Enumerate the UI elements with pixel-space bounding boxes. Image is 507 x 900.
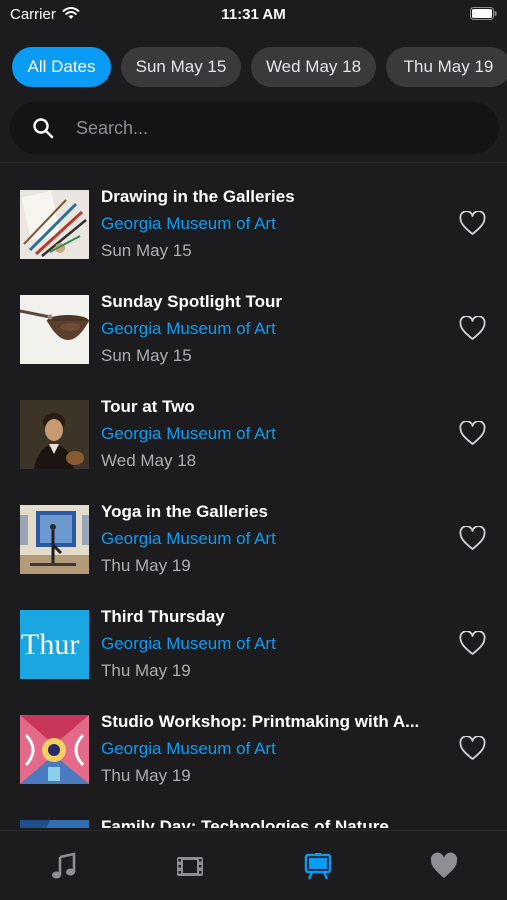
search-input[interactable] <box>76 102 476 154</box>
event-title: Drawing in the Galleries <box>101 187 295 206</box>
chip-thu-may-19[interactable]: Thu May 19 <box>386 47 507 87</box>
event-title: Family Day: Technologies of Nature <box>101 817 389 828</box>
printmaking-art-image <box>20 715 89 784</box>
heart-outline-icon[interactable] <box>459 526 486 551</box>
event-venue: Georgia Museum of Art <box>101 634 276 653</box>
event-date: Sun May 15 <box>101 346 192 365</box>
event-venue: Georgia Museum of Art <box>101 424 276 443</box>
music-note-icon[interactable] <box>49 851 79 881</box>
events-screen: Carrier 11:31 AM All Dates Sun May 15 We… <box>0 0 507 900</box>
event-title: Sunday Spotlight Tour <box>101 292 282 311</box>
event-thumbnail <box>20 820 89 828</box>
event-title: Tour at Two <box>101 397 195 416</box>
event-thumbnail <box>20 190 89 259</box>
third-thursday-logo: Thur <box>20 610 89 679</box>
battery-icon <box>470 7 497 20</box>
pencils-drawing-image <box>20 190 89 259</box>
easel-icon[interactable] <box>303 851 333 881</box>
heart-outline-icon[interactable] <box>459 421 486 446</box>
film-icon[interactable] <box>175 851 205 881</box>
event-venue: Georgia Museum of Art <box>101 214 276 233</box>
portrait-painting-image <box>20 400 89 469</box>
bowl-object-image <box>20 295 89 364</box>
tab-bar <box>0 830 507 900</box>
heart-outline-icon[interactable] <box>459 316 486 341</box>
chip-sun-may-15[interactable]: Sun May 15 <box>121 47 241 87</box>
event-thumbnail <box>20 400 89 469</box>
event-row[interactable]: Thur Third Thursday Georgia Museum of Ar… <box>0 583 507 688</box>
event-thumbnail <box>20 715 89 784</box>
event-list: Drawing in the Galleries Georgia Museum … <box>0 163 507 828</box>
chip-all-dates[interactable]: All Dates <box>12 47 111 87</box>
event-date: Thu May 19 <box>101 661 191 680</box>
event-title: Yoga in the Galleries <box>101 502 268 521</box>
event-venue: Georgia Museum of Art <box>101 529 276 548</box>
event-venue: Georgia Museum of Art <box>101 319 276 338</box>
event-thumbnail <box>20 295 89 364</box>
date-filter-bar: All Dates Sun May 15 Wed May 18 Thu May … <box>12 47 507 87</box>
yoga-gallery-image <box>20 505 89 574</box>
event-date: Sun May 15 <box>101 241 192 260</box>
event-row[interactable]: Tour at Two Georgia Museum of Art Wed Ma… <box>0 373 507 478</box>
status-time: 11:31 AM <box>221 6 286 23</box>
third-thursday-logo-text: Thur <box>21 628 79 661</box>
status-bar: Carrier 11:31 AM <box>0 0 507 30</box>
heart-outline-icon[interactable] <box>459 631 486 656</box>
event-title: Studio Workshop: Printmaking with A... <box>101 712 420 731</box>
event-title: Third Thursday <box>101 607 225 626</box>
search-bar <box>10 102 499 154</box>
event-row[interactable]: Sunday Spotlight Tour Georgia Museum of … <box>0 268 507 373</box>
event-row[interactable]: Drawing in the Galleries Georgia Museum … <box>0 163 507 268</box>
third-thursday-logo-art: Thur <box>20 610 89 679</box>
heart-outline-icon[interactable] <box>459 736 486 761</box>
nature-image <box>20 820 89 828</box>
event-date: Wed May 18 <box>101 451 197 470</box>
event-row[interactable]: Studio Workshop: Printmaking with A... G… <box>0 688 507 793</box>
event-thumbnail <box>20 505 89 574</box>
heart-outline-icon[interactable] <box>459 211 486 236</box>
event-row[interactable]: Yoga in the Galleries Georgia Museum of … <box>0 478 507 583</box>
event-date: Thu May 19 <box>101 766 191 785</box>
search-icon <box>33 118 54 139</box>
event-date: Thu May 19 <box>101 556 191 575</box>
heart-filled-icon[interactable] <box>429 851 459 881</box>
event-venue: Georgia Museum of Art <box>101 739 276 758</box>
chip-wed-may-18[interactable]: Wed May 18 <box>251 47 376 87</box>
event-row[interactable]: Family Day: Technologies of Nature <box>0 793 507 828</box>
